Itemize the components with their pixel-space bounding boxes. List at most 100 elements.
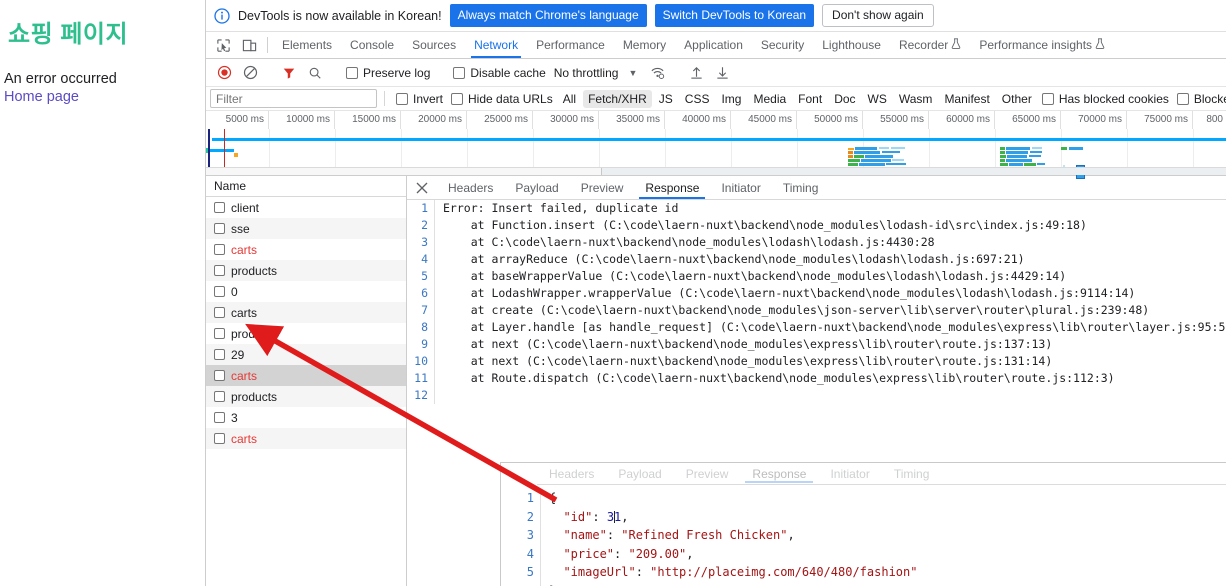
filter-type-font[interactable]: Font xyxy=(793,90,827,108)
request-row-3[interactable]: 3 xyxy=(206,407,406,428)
request-row-products-2[interactable]: products xyxy=(206,323,406,344)
overview-graph[interactable] xyxy=(206,129,1226,179)
row-checkbox[interactable] xyxy=(214,286,225,297)
overview-scrollbar[interactable] xyxy=(206,167,1226,175)
detail-tab-response[interactable]: Response xyxy=(634,176,710,199)
tab-console[interactable]: Console xyxy=(341,32,403,58)
tab-application[interactable]: Application xyxy=(675,32,752,58)
request-row-carts[interactable]: carts xyxy=(206,239,406,260)
line-number: 4 xyxy=(407,251,435,268)
close-icon[interactable] xyxy=(407,176,437,199)
request-row-carts-selected[interactable]: carts xyxy=(206,365,406,386)
request-row-products-3[interactable]: products xyxy=(206,386,406,407)
row-checkbox[interactable] xyxy=(214,307,225,318)
request-name: carts xyxy=(231,431,258,446)
disable-cache-checkbox[interactable]: Disable cache xyxy=(449,66,549,80)
overlay-tab-preview[interactable]: Preview xyxy=(674,467,741,481)
request-row-carts-4[interactable]: carts xyxy=(206,428,406,449)
filter-type-fetch-xhr[interactable]: Fetch/XHR xyxy=(583,89,652,108)
row-checkbox[interactable] xyxy=(214,202,225,213)
export-har-icon[interactable] xyxy=(710,62,734,84)
has-blocked-cookies-checkbox[interactable]: Has blocked cookies xyxy=(1038,92,1173,106)
filter-type-img[interactable]: Img xyxy=(716,90,746,108)
tab-label: Application xyxy=(684,38,743,52)
filter-funnel-icon[interactable] xyxy=(277,62,301,84)
network-conditions-icon[interactable] xyxy=(645,62,669,84)
record-stop-icon[interactable] xyxy=(212,62,236,84)
tab-memory[interactable]: Memory xyxy=(614,32,675,58)
switch-to-korean-button[interactable]: Switch DevTools to Korean xyxy=(654,4,815,27)
row-checkbox[interactable] xyxy=(214,391,225,402)
request-name: carts xyxy=(231,242,258,257)
network-overview[interactable]: 5000 ms 10000 ms 15000 ms 20000 ms 25000… xyxy=(206,111,1226,179)
tab-elements[interactable]: Elements xyxy=(273,32,341,58)
request-row-carts-2[interactable]: carts xyxy=(206,302,406,323)
filter-type-all[interactable]: All xyxy=(558,90,581,108)
filter-type-media[interactable]: Media xyxy=(748,90,791,108)
overlay-tab-headers[interactable]: Headers xyxy=(537,467,606,481)
hide-data-urls-label: Hide data URLs xyxy=(468,91,553,106)
checkbox-box xyxy=(453,66,466,79)
overlay-tab-timing[interactable]: Timing xyxy=(882,467,942,481)
hide-data-urls-checkbox[interactable]: Hide data URLs xyxy=(447,92,557,106)
filter-type-ws[interactable]: WS xyxy=(863,90,892,108)
preserve-log-checkbox[interactable]: Preserve log xyxy=(342,66,434,80)
request-list-header[interactable]: Name xyxy=(206,176,406,197)
row-checkbox[interactable] xyxy=(214,370,225,381)
overlay-tab-initiator[interactable]: Initiator xyxy=(818,467,881,481)
overlay-tab-response[interactable]: Response xyxy=(740,467,818,483)
blocked-requests-checkbox[interactable]: Blocked Req xyxy=(1173,92,1226,106)
filter-type-css[interactable]: CSS xyxy=(680,90,715,108)
request-row-0[interactable]: 0 xyxy=(206,281,406,302)
tab-lighthouse[interactable]: Lighthouse xyxy=(813,32,890,58)
import-har-icon[interactable] xyxy=(684,62,708,84)
filter-type-other[interactable]: Other xyxy=(997,90,1037,108)
filter-type-js[interactable]: JS xyxy=(654,90,678,108)
always-match-language-button[interactable]: Always match Chrome's language xyxy=(449,4,647,27)
json-line: 5 "imageUrl": "http://placeimg.com/640/4… xyxy=(501,563,1226,582)
detail-tab-headers[interactable]: Headers xyxy=(437,176,504,199)
overview-scrollbar-thumb[interactable] xyxy=(206,168,602,175)
row-checkbox[interactable] xyxy=(214,244,225,255)
overlay-tab-payload[interactable]: Payload xyxy=(606,467,673,481)
filter-type-manifest[interactable]: Manifest xyxy=(939,90,994,108)
request-row-products[interactable]: products xyxy=(206,260,406,281)
tab-sources[interactable]: Sources xyxy=(403,32,465,58)
row-checkbox[interactable] xyxy=(214,223,225,234)
filter-type-wasm[interactable]: Wasm xyxy=(894,90,938,108)
detail-tab-payload[interactable]: Payload xyxy=(504,176,569,199)
tab-performance-insights[interactable]: Performance insights xyxy=(970,32,1114,58)
detail-tab-timing[interactable]: Timing xyxy=(772,176,830,199)
filter-input[interactable] xyxy=(210,89,377,108)
inspect-element-icon[interactable] xyxy=(210,32,236,58)
timeline-tick: 65000 ms xyxy=(995,111,1061,129)
filter-type-doc[interactable]: Doc xyxy=(829,90,860,108)
request-row-29[interactable]: 29 xyxy=(206,344,406,365)
search-icon[interactable] xyxy=(303,62,327,84)
row-checkbox[interactable] xyxy=(214,433,225,444)
home-page-link[interactable]: Home page xyxy=(0,87,205,105)
tab-performance[interactable]: Performance xyxy=(527,32,614,58)
row-checkbox[interactable] xyxy=(214,349,225,360)
tab-network[interactable]: Network xyxy=(465,32,527,58)
tab-security[interactable]: Security xyxy=(752,32,813,58)
row-checkbox[interactable] xyxy=(214,265,225,276)
request-row-sse[interactable]: sse xyxy=(206,218,406,239)
chevron-down-icon[interactable]: ▼ xyxy=(620,68,643,78)
overlay-json-viewer[interactable]: 1 { 2 "id": 31, 3 "name": "Refined Fresh… xyxy=(501,489,1226,586)
invert-checkbox[interactable]: Invert xyxy=(392,92,447,106)
line-text: at next (C:\code\laern-nuxt\backend\node… xyxy=(443,354,1053,368)
tab-recorder[interactable]: Recorder xyxy=(890,32,970,58)
line-text: at arrayReduce (C:\code\laern-nuxt\backe… xyxy=(443,252,1025,266)
line-number: 6 xyxy=(407,285,435,302)
throttling-select[interactable]: No throttling xyxy=(552,66,619,80)
clear-network-icon[interactable] xyxy=(238,62,262,84)
detail-tab-preview[interactable]: Preview xyxy=(570,176,635,199)
request-row-client[interactable]: client xyxy=(206,197,406,218)
json-comma: , xyxy=(621,509,629,524)
dont-show-again-button[interactable]: Don't show again xyxy=(822,4,934,27)
row-checkbox[interactable] xyxy=(214,328,225,339)
device-toolbar-icon[interactable] xyxy=(236,32,262,58)
detail-tab-initiator[interactable]: Initiator xyxy=(710,176,771,199)
row-checkbox[interactable] xyxy=(214,412,225,423)
